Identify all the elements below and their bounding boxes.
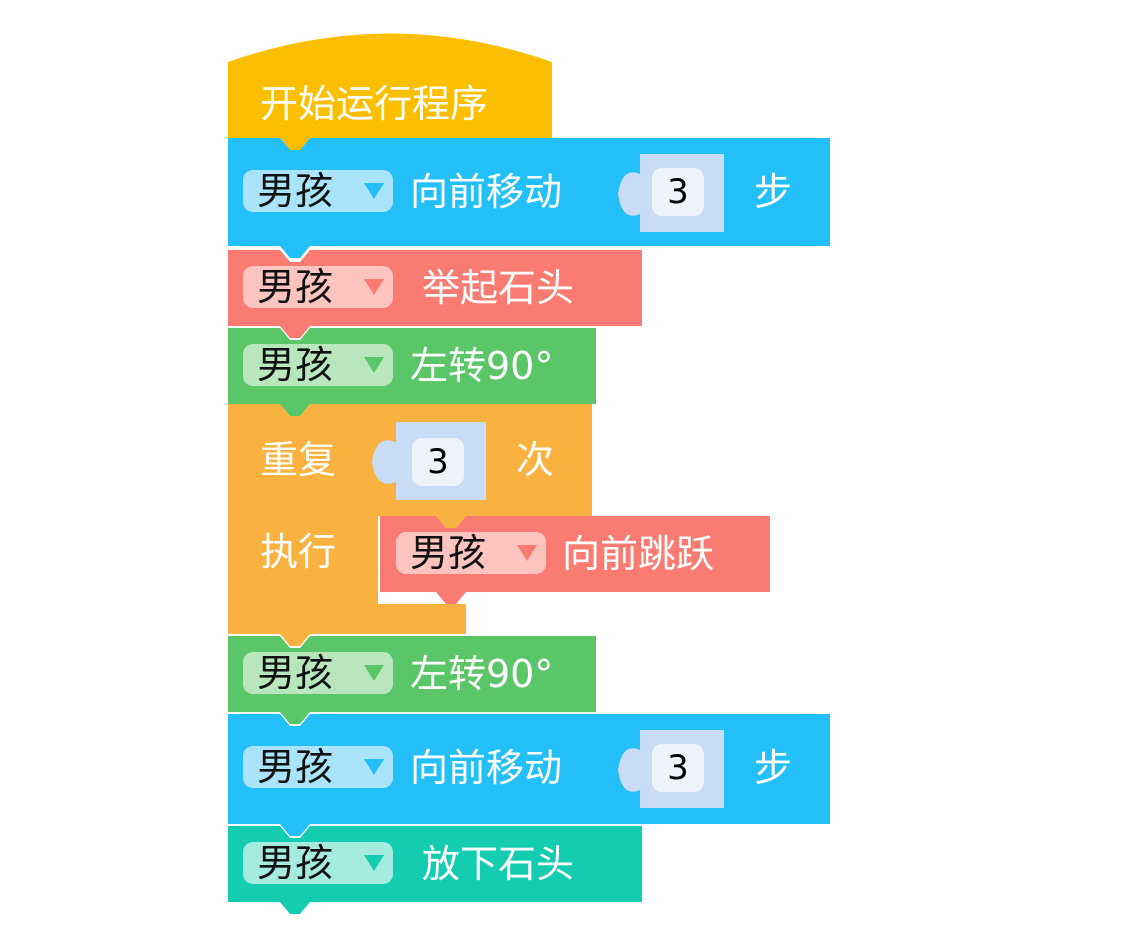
- actor-dropdown-label: 男孩: [257, 651, 334, 695]
- actor-dropdown[interactable]: 男孩: [243, 652, 393, 694]
- repeat-suffix: 次: [516, 438, 555, 482]
- actor-dropdown[interactable]: 男孩: [396, 532, 546, 574]
- actor-dropdown[interactable]: 男孩: [243, 746, 393, 788]
- steps-input[interactable]: 3: [652, 168, 704, 216]
- dropdown-arrow-icon: [364, 855, 384, 871]
- repeat-count-input[interactable]: 3: [412, 438, 464, 486]
- actor-dropdown[interactable]: 男孩: [243, 344, 393, 386]
- actor-dropdown[interactable]: 男孩: [243, 842, 393, 884]
- repeat-label: 重复: [260, 438, 337, 482]
- dropdown-arrow-icon: [364, 357, 384, 373]
- actor-dropdown-label: 男孩: [257, 745, 334, 789]
- dropdown-arrow-icon: [364, 279, 384, 295]
- actor-dropdown[interactable]: 男孩: [243, 170, 393, 212]
- repeat-do-label: 执行: [260, 530, 337, 574]
- steps-suffix: 步: [754, 170, 793, 214]
- steps-suffix: 步: [754, 746, 793, 790]
- start-block-label: 开始运行程序: [260, 82, 489, 126]
- turn-left-label: 左转90°: [410, 652, 554, 696]
- move-forward-label: 向前移动: [410, 170, 563, 214]
- turn-left-label: 左转90°: [410, 344, 554, 388]
- dropdown-arrow-icon: [364, 183, 384, 199]
- dropdown-arrow-icon: [364, 665, 384, 681]
- steps-input[interactable]: 3: [652, 744, 704, 792]
- jump-forward-label: 向前跳跃: [562, 532, 715, 576]
- move-forward-label: 向前移动: [410, 746, 563, 790]
- dropdown-arrow-icon: [517, 545, 537, 561]
- dropdown-arrow-icon: [364, 759, 384, 775]
- drop-stone-label: 放下石头: [422, 842, 575, 886]
- lift-stone-label: 举起石头: [422, 266, 575, 310]
- actor-dropdown-label: 男孩: [410, 531, 487, 575]
- block-stack-shapes: [228, 33, 830, 914]
- actor-dropdown-label: 男孩: [257, 265, 334, 309]
- actor-dropdown-label: 男孩: [257, 841, 334, 885]
- actor-dropdown-label: 男孩: [257, 169, 334, 213]
- actor-dropdown-label: 男孩: [257, 343, 334, 387]
- actor-dropdown[interactable]: 男孩: [243, 266, 393, 308]
